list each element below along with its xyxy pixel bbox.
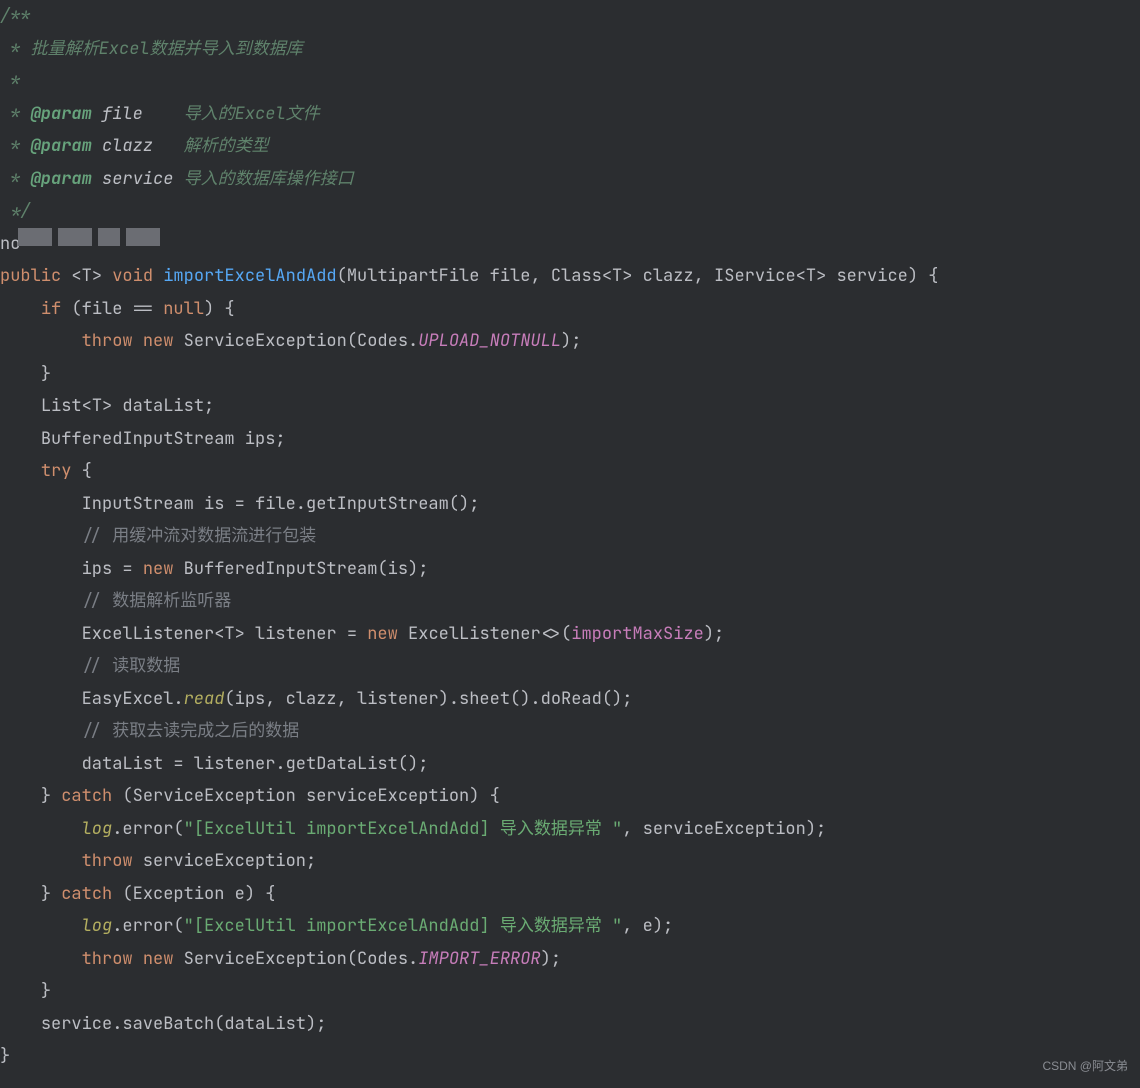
code-line: log.error("[ExcelUtil importExcelAndAdd]… (0, 818, 826, 840)
code-line: } catch (Exception e) { (0, 883, 275, 905)
code-line: service.saveBatch(dataList); (0, 1013, 326, 1035)
code-line: // 获取去读完成之后的数据 (0, 720, 299, 742)
javadoc-line: * (0, 70, 20, 92)
code-line: } catch (ServiceException serviceExcepti… (0, 785, 500, 807)
code-line: // 数据解析监听器 (0, 590, 231, 612)
code-line: EasyExcel.read(ips, clazz, listener).she… (0, 688, 632, 710)
code-line: if (file == null) { (0, 298, 235, 320)
code-line: BufferedInputStream ips; (0, 428, 286, 450)
javadoc-open: /** (0, 5, 31, 27)
javadoc-line: * @param clazz 解析的类型 (0, 135, 269, 157)
javadoc-line: * @param file 导入的Excel文件 (0, 103, 320, 125)
code-line: } (0, 363, 51, 385)
watermark: CSDN @阿文弟 (1042, 1050, 1128, 1083)
javadoc-line: * @param service 导入的数据库操作接口 (0, 168, 354, 190)
code-line: throw new ServiceException(Codes.IMPORT_… (0, 948, 561, 970)
code-line: } (0, 980, 51, 1002)
code-line: // 用缓冲流对数据流进行包装 (0, 525, 316, 547)
javadoc-close: */ (0, 200, 31, 222)
code-line: public <T> void importExcelAndAdd(Multip… (0, 265, 938, 287)
javadoc-line: * 批量解析Excel数据并导入到数据库 (0, 38, 303, 60)
code-line: throw new ServiceException(Codes.UPLOAD_… (0, 330, 581, 352)
code-line: ExcelListener<T> listener = new ExcelLis… (0, 623, 724, 645)
code-line: throw serviceException; (0, 850, 316, 872)
code-editor[interactable]: /** * 批量解析Excel数据并导入到数据库 * * @param file… (0, 0, 1140, 1073)
code-line: dataList = listener.getDataList(); (0, 753, 428, 775)
code-line: ips = new BufferedInputStream(is); (0, 558, 428, 580)
code-line: } (0, 1045, 10, 1067)
code-line: InputStream is = file.getInputStream(); (0, 493, 479, 515)
code-line: // 读取数据 (0, 655, 180, 677)
code-line: try { (0, 460, 92, 482)
redacted-annotation (18, 228, 160, 246)
code-line: log.error("[ExcelUtil importExcelAndAdd]… (0, 915, 673, 937)
code-line: List<T> dataList; (0, 395, 214, 417)
